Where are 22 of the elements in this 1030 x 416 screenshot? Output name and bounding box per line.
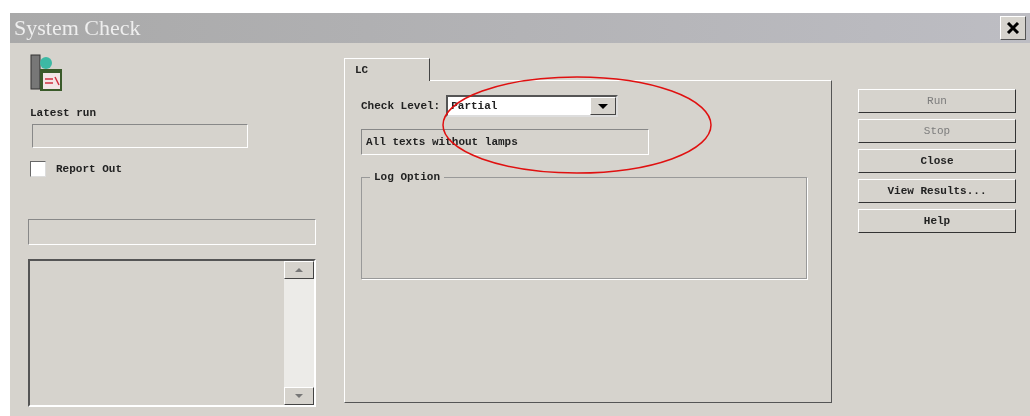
dialog-button[interactable]: View Results...: [858, 179, 1016, 203]
check-level-label: Check Level:: [361, 98, 441, 114]
report-out-checkbox[interactable]: [30, 160, 46, 177]
scroll-up-button[interactable]: [284, 261, 314, 279]
tab[interactable]: LC: [344, 58, 430, 81]
latest-run-label: Latest run: [30, 106, 97, 121]
latest-run-field[interactable]: [32, 123, 248, 148]
down-arrow-icon: [295, 394, 303, 398]
caret-icon: [598, 103, 609, 109]
list-box[interactable]: [28, 259, 316, 407]
dropdown-button[interactable]: [590, 97, 617, 115]
check-level-dropdown[interactable]: Partial: [446, 95, 619, 117]
window-title: System Check: [14, 17, 141, 39]
report-out-label: Report Out: [56, 161, 122, 177]
scroll-down-button[interactable]: [284, 387, 314, 405]
dialog-button[interactable]: Help: [858, 209, 1016, 233]
vertical-scrollbar[interactable]: [284, 261, 314, 405]
dropdown-value: Partial: [451, 98, 498, 114]
up-arrow-icon: [295, 268, 303, 272]
close-icon: [1006, 22, 1020, 34]
close-button[interactable]: [1000, 16, 1026, 40]
dialog-button[interactable]: Close: [858, 149, 1016, 173]
